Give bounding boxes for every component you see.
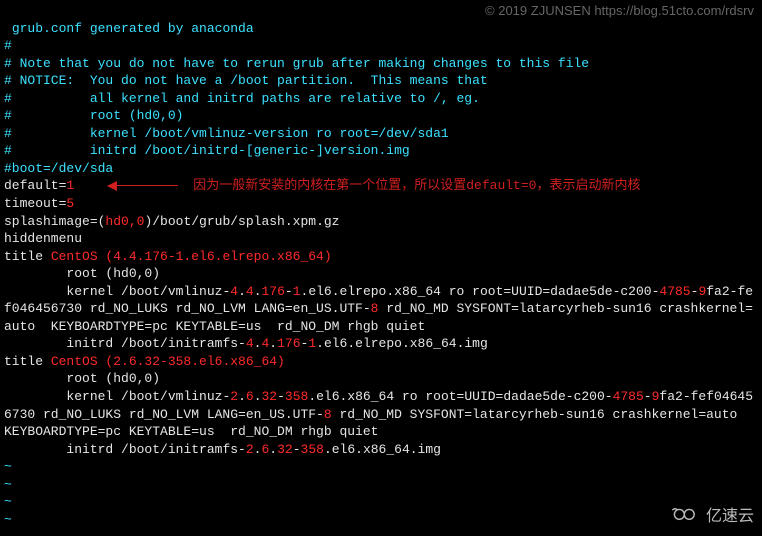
arrow-icon [98, 181, 178, 191]
timeout-value: 5 [66, 196, 74, 211]
i1: initrd /boot/initramfs- [4, 336, 246, 351]
annotation-text: 因为一般新安装的内核在第一个位置，所以设置default=0，表示启动新内核 [193, 178, 640, 193]
vi-tilde: ~ [4, 477, 12, 492]
hiddenmenu: hiddenmenu [4, 231, 82, 246]
comment-line: # initrd /boot/initrd-[generic-]version.… [4, 143, 410, 158]
comment-line: # [4, 38, 12, 53]
splash-b: )/boot/grub/splash.xpm.gz [144, 214, 339, 229]
comment-line: # root (hd0,0) [4, 108, 183, 123]
vi-tilde: ~ [4, 512, 12, 527]
vi-tilde: ~ [4, 494, 12, 509]
watermark-top: © 2019 ZJUNSEN https://blog.51cto.com/rd… [485, 2, 754, 20]
watermark-bottom-text: 亿速云 [706, 506, 754, 528]
timeout-key: timeout= [4, 196, 66, 211]
comment-line: grub.conf generated by anaconda [4, 21, 254, 36]
title1-val: CentOS (4.4.176-1.el6.elrepo.x86_64) [51, 249, 332, 264]
default-key: default= [4, 178, 66, 193]
default-value: 1 [66, 178, 74, 193]
terminal-output: grub.conf generated by anaconda # # Note… [0, 0, 762, 530]
title2-key: title [4, 354, 51, 369]
vi-tilde: ~ [4, 459, 12, 474]
splash-a: splashimage=( [4, 214, 105, 229]
watermark-bottom: 亿速云 [668, 503, 754, 530]
title1-key: title [4, 249, 51, 264]
root1: root (hd0,0) [4, 266, 160, 281]
k1: kernel /boot/vmlinuz- [4, 284, 230, 299]
comment-line: # NOTICE: You do not have a /boot partit… [4, 73, 488, 88]
root2: root (hd0,0) [4, 371, 160, 386]
comment-line: # all kernel and initrd paths are relati… [4, 91, 480, 106]
comment-line: # Note that you do not have to rerun gru… [4, 56, 589, 71]
title2-val: CentOS (2.6.32-358.el6.x86_64) [51, 354, 285, 369]
i2: initrd /boot/initramfs- [4, 442, 246, 457]
splash-hd: hd0,0 [105, 214, 144, 229]
comment-line: # kernel /boot/vmlinuz-version ro root=/… [4, 126, 449, 141]
k2: kernel /boot/vmlinuz- [4, 389, 230, 404]
boot-line: #boot=/dev/sda [4, 161, 113, 176]
cloud-icon [668, 503, 702, 530]
